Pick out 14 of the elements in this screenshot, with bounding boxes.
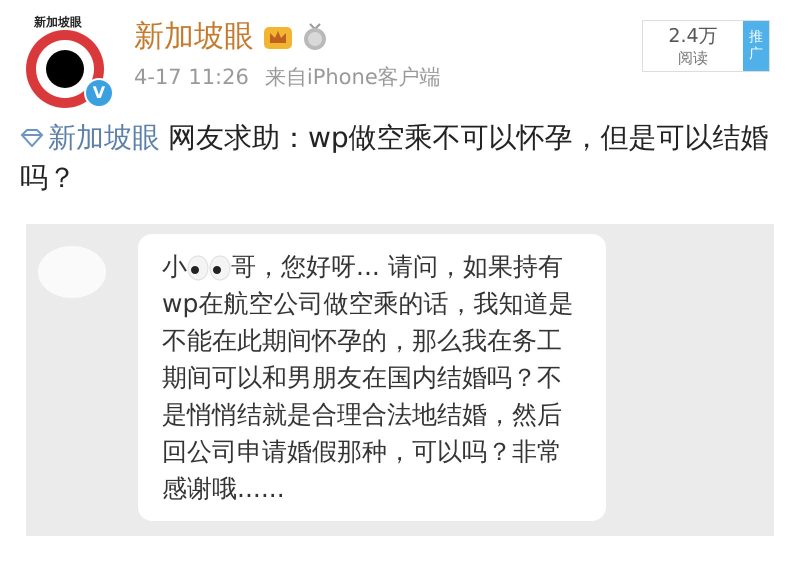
author-name[interactable]: 新加坡眼 <box>134 18 254 56</box>
message-text: 小 哥，您好呀... 请问，如果持有wp在航空公司做空乘的话，我知道是不能在此期间怀孕的，那么我在务工期间可以和男朋友在国内结婚吗？不是悄悄结就是合理合法地结婚，然后回公司申请婚假那种，可以吗？非常感谢哦...... <box>162 251 574 505</box>
verified-badge: V <box>84 78 114 108</box>
read-label: 阅读 <box>678 48 708 68</box>
medal-icon <box>302 22 328 51</box>
eyes-icon <box>187 255 231 282</box>
read-count: 2.4万 <box>668 24 718 48</box>
post-source: 来自iPhone客户端 <box>264 64 441 90</box>
diamond-icon <box>20 129 44 147</box>
mention-link[interactable]: 新加坡眼 <box>48 118 160 158</box>
post-text: 新加坡眼 网友求助：wp做空乘不可以怀孕，但是可以结婚吗？ <box>20 118 780 198</box>
promote-button[interactable]: 推广 <box>743 21 769 71</box>
avatar-label: 新加坡眼 <box>32 16 84 28</box>
post-time: 4-17 11:26 <box>134 64 249 90</box>
